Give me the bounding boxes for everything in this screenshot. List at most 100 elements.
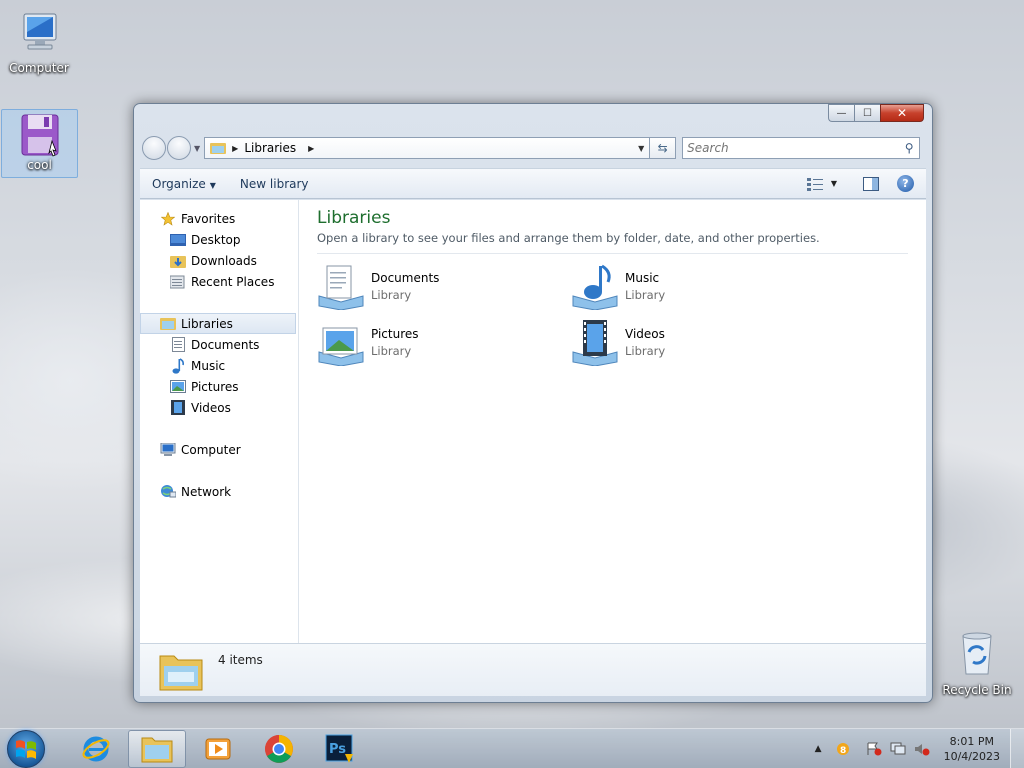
minimize-button[interactable]: — xyxy=(828,104,854,122)
refresh-button[interactable]: ⇆ xyxy=(650,137,677,159)
nav-item-documents[interactable]: Documents xyxy=(140,334,298,355)
volume-muted-icon[interactable] xyxy=(914,742,930,756)
library-name: Music xyxy=(625,270,660,285)
desktop-icon-label: Recycle Bin xyxy=(942,683,1012,697)
window-controls: — ☐ ✕ xyxy=(828,104,924,122)
nav-item-label: Videos xyxy=(191,400,231,415)
clock-time: 8:01 PM xyxy=(949,734,994,748)
maximize-icon: ☐ xyxy=(863,107,872,119)
maximize-button[interactable]: ☐ xyxy=(854,104,880,122)
chevron-down-icon[interactable]: ▼ xyxy=(831,179,837,188)
recent-pages-dropdown[interactable]: ▼ xyxy=(194,144,200,153)
star-icon xyxy=(160,211,176,227)
nav-item-pictures[interactable]: Pictures xyxy=(140,376,298,397)
library-grid: Documents Library Music Library Pictures… xyxy=(317,262,908,366)
desktop-icon-recycle-bin[interactable]: Recycle Bin xyxy=(942,630,1012,697)
organize-label: Organize xyxy=(152,176,206,191)
documents-icon xyxy=(170,337,186,353)
taskbar-internet-explorer[interactable] xyxy=(67,730,125,768)
search-input[interactable] xyxy=(687,141,900,155)
nav-item-libraries[interactable]: Libraries xyxy=(140,313,296,334)
breadcrumb-arrow-icon[interactable]: ▶ xyxy=(232,144,238,153)
clock-date: 10/4/2023 xyxy=(943,749,1000,763)
view-options-icon xyxy=(806,177,823,191)
recent-places-icon xyxy=(170,274,186,290)
desktop-icon-cool[interactable]: cool xyxy=(1,109,78,178)
nav-item-downloads[interactable]: Downloads xyxy=(140,250,298,271)
nav-item-label: Pictures xyxy=(191,379,239,394)
chevron-down-icon: ▼ xyxy=(209,180,216,190)
library-type: Library xyxy=(625,343,666,358)
taskbar: Ps ▲ 8 8:01 PM 10/4/2023 xyxy=(0,728,1024,768)
nav-item-desktop[interactable]: Desktop xyxy=(140,229,298,250)
library-item-pictures[interactable]: Pictures Library xyxy=(317,318,571,366)
library-name: Videos xyxy=(625,326,665,341)
refresh-icon: ⇆ xyxy=(657,141,668,155)
library-type: Library xyxy=(625,287,666,302)
taskbar-clock[interactable]: 8:01 PM 10/4/2023 xyxy=(944,734,1000,764)
page-subtitle: Open a library to see your files and arr… xyxy=(317,231,908,254)
preview-pane-button[interactable] xyxy=(863,176,879,191)
file-explorer-icon xyxy=(141,737,173,762)
search-box[interactable]: ⚲ xyxy=(682,137,921,159)
media-player-icon xyxy=(205,738,231,759)
breadcrumb-arrow-icon[interactable]: ▶ xyxy=(308,144,314,153)
music-library-icon xyxy=(572,264,618,310)
pictures-icon xyxy=(170,379,186,395)
svg-text:8: 8 xyxy=(840,746,846,756)
start-button[interactable] xyxy=(7,729,45,768)
nav-item-label: Recent Places xyxy=(191,274,275,289)
taskbar-file-explorer[interactable] xyxy=(128,729,186,768)
breadcrumb-libraries[interactable]: Libraries xyxy=(244,141,296,155)
film-strip-icon xyxy=(170,400,186,416)
help-button[interactable]: ? xyxy=(897,175,926,192)
action-center-flag-icon[interactable] xyxy=(866,742,882,756)
close-button[interactable]: ✕ xyxy=(880,104,924,122)
documents-library-icon xyxy=(318,265,364,310)
library-item-documents[interactable]: Documents Library xyxy=(317,262,571,310)
item-count: 4 items xyxy=(218,653,263,667)
nav-item-label: Libraries xyxy=(181,316,233,331)
help-icon: ? xyxy=(897,175,914,192)
library-item-videos[interactable]: Videos Library xyxy=(571,318,825,366)
taskbar-media-player[interactable] xyxy=(189,730,247,768)
change-view-button[interactable]: ▼ xyxy=(806,177,837,191)
nav-item-computer[interactable]: Computer xyxy=(140,439,298,460)
nav-item-music[interactable]: Music xyxy=(140,355,298,376)
new-library-button[interactable]: New library xyxy=(240,177,309,191)
nav-item-label: Documents xyxy=(191,337,260,352)
close-icon: ✕ xyxy=(896,106,908,120)
videos-library-icon xyxy=(572,320,618,366)
desktop-icon-label: Computer xyxy=(9,61,69,75)
nav-item-label: Desktop xyxy=(191,232,241,247)
libraries-folder-icon xyxy=(210,143,227,154)
nav-item-label: Downloads xyxy=(191,253,257,268)
nav-item-recent-places[interactable]: Recent Places xyxy=(140,271,298,292)
forward-button[interactable] xyxy=(167,136,191,160)
back-button[interactable] xyxy=(142,136,166,160)
show-hidden-icons-button[interactable]: ▲ xyxy=(815,744,822,754)
taskbar-photoshop[interactable]: Ps xyxy=(311,730,369,768)
desktop-icon-computer[interactable]: Computer xyxy=(6,8,72,75)
nav-item-network[interactable]: Network xyxy=(140,481,298,502)
address-bar[interactable]: ▶ Libraries ▶ ▼ xyxy=(204,137,651,159)
library-item-music[interactable]: Music Library xyxy=(571,262,825,310)
show-desktop-button[interactable] xyxy=(1010,728,1024,768)
nav-item-videos[interactable]: Videos xyxy=(140,397,298,418)
network-icon xyxy=(160,484,176,500)
taskbar-chrome[interactable] xyxy=(250,730,308,768)
network-status-icon[interactable] xyxy=(890,742,906,756)
nav-item-favorites[interactable]: Favorites xyxy=(140,208,298,229)
page-title: Libraries xyxy=(317,208,391,228)
library-type: Library xyxy=(371,343,412,358)
library-name: Documents xyxy=(371,270,440,285)
organize-button[interactable]: Organize ▼ xyxy=(152,177,216,191)
tray-app-icon[interactable]: 8 xyxy=(836,742,850,756)
search-icon[interactable]: ⚲ xyxy=(899,141,919,155)
libraries-folder-icon xyxy=(159,655,203,691)
nav-item-label: Computer xyxy=(181,442,241,457)
svg-text:Ps: Ps xyxy=(329,742,346,757)
system-tray: ▲ 8 8:01 PM 10/4/2023 xyxy=(815,728,1024,768)
address-dropdown-button[interactable]: ▼ xyxy=(633,144,649,153)
internet-explorer-icon xyxy=(82,736,110,761)
